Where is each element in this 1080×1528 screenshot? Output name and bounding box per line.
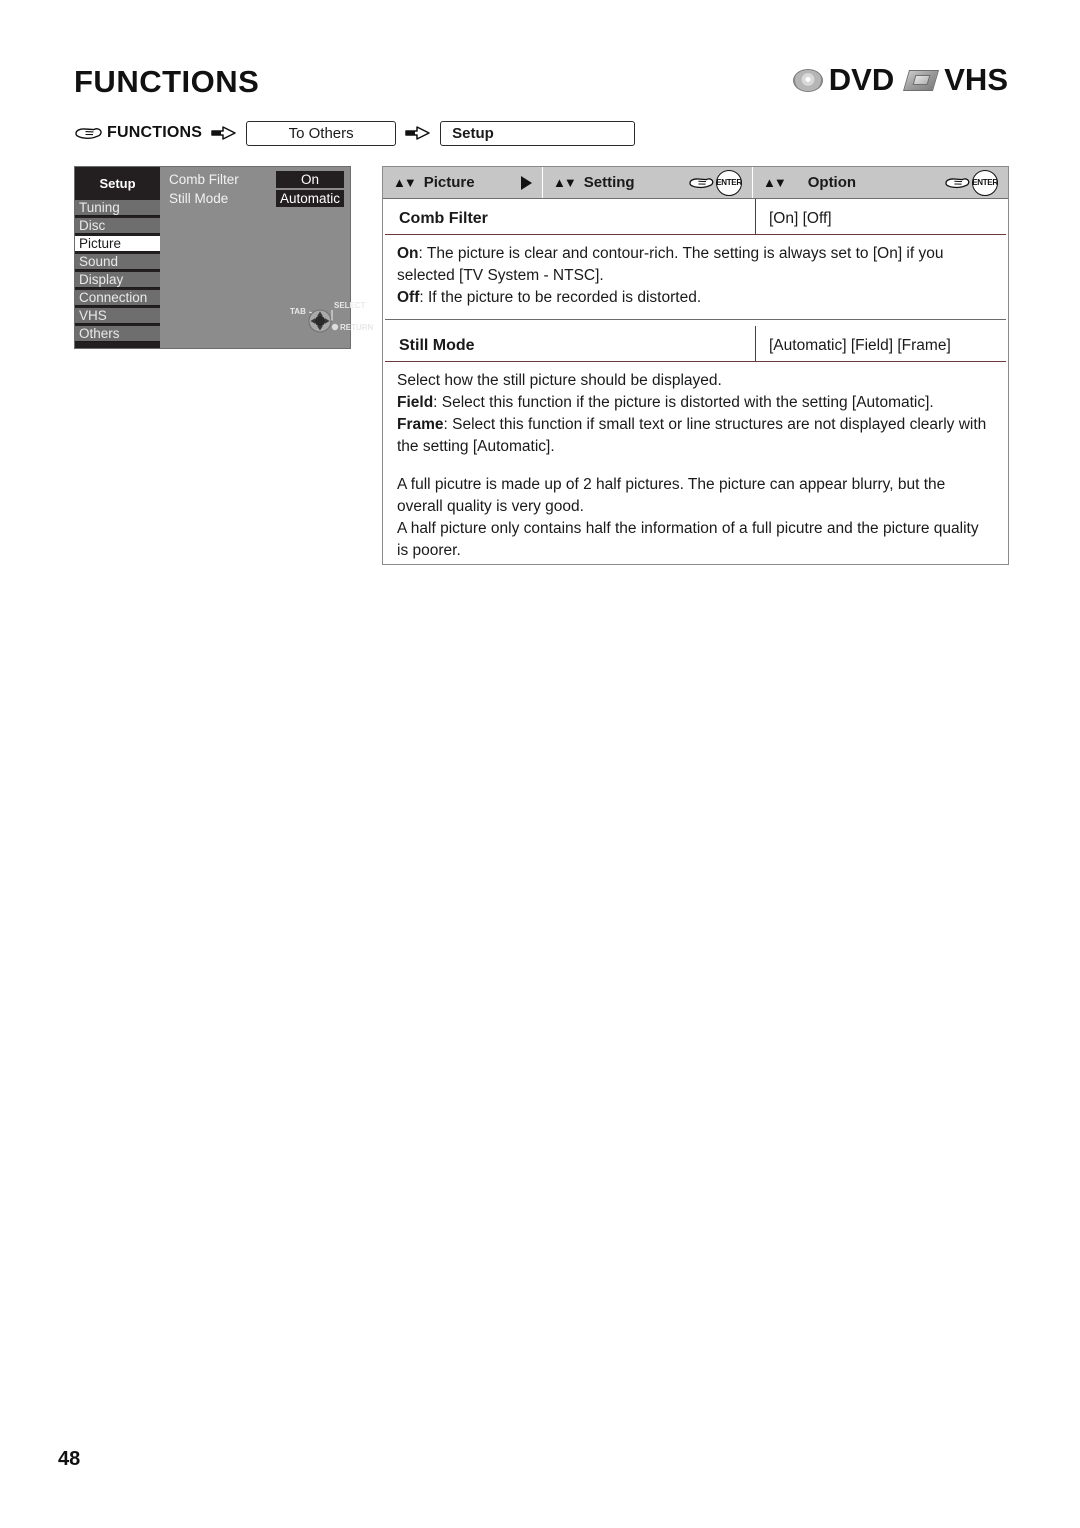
- media-badge-vhs-label: VHS: [944, 62, 1008, 97]
- paragraph: Off: If the picture to be recorded is di…: [397, 287, 994, 309]
- enter-button-icon-2[interactable]: ENTER: [972, 169, 998, 196]
- hand-enter-icon-2: ENTER: [944, 169, 998, 196]
- osd-menu-item-picture-label: Picture: [79, 235, 122, 251]
- osd-menu-item-tuning-label: Tuning: [79, 199, 120, 215]
- entry-description-still-mode: Select how the still picture should be d…: [383, 362, 1008, 572]
- up-down-arrows-icon-1: ▲▼: [393, 175, 417, 190]
- header-col-option-label: Option: [807, 174, 857, 191]
- block-arrow-right-icon-2: [405, 125, 431, 141]
- breadcrumb-step-to-others[interactable]: To Others: [246, 120, 397, 146]
- paragraph: Frame: Select this function if small tex…: [397, 414, 994, 458]
- osd-setting-row-still-mode-value: Automatic: [276, 190, 344, 207]
- header-col-setting[interactable]: ▲▼ Setting ENTER: [543, 167, 753, 198]
- svg-text:RETURN: RETURN: [340, 323, 374, 332]
- detail-panel-header: ▲▼ Picture ▲▼ Setting ENTER ▲▼ Option EN…: [383, 167, 1008, 199]
- paragraph-text: : Select this function if the picture is…: [433, 394, 934, 411]
- paragraph-lead: On: [397, 245, 419, 262]
- osd-menu-item-vhs[interactable]: VHS: [75, 308, 160, 324]
- entry-name-comb-filter: Comb Filter: [399, 210, 488, 227]
- osd-setting-row-comb-filter-name: Comb Filter: [166, 171, 276, 188]
- paragraph: Field: Select this function if the pictu…: [397, 392, 994, 414]
- osd-content-area: Comb Filter On Still Mode Automatic TAB …: [160, 167, 374, 348]
- svg-text:SELECT: SELECT: [334, 301, 366, 310]
- paragraph-lead: Frame: [397, 416, 444, 433]
- paragraph-text: A full picutre is made up of 2 half pict…: [397, 476, 946, 515]
- enter-button-icon-1[interactable]: ENTER: [716, 169, 742, 196]
- entry-name-still-mode: Still Mode: [399, 337, 475, 354]
- breadcrumb-root-label: FUNCTIONS: [107, 124, 203, 141]
- osd-setting-row-comb-filter[interactable]: Comb Filter On: [166, 171, 344, 188]
- paragraph-text: : Select this function if small text or …: [397, 416, 987, 455]
- osd-menu-item-others-label: Others: [79, 325, 120, 341]
- osd-menu-item-sound-label: Sound: [79, 253, 119, 269]
- paragraph: A half picture only contains half the in…: [397, 518, 994, 562]
- osd-setting-row-comb-filter-value: On: [276, 171, 344, 188]
- media-type-badges: DVD VHS: [792, 62, 1008, 98]
- osd-menu-item-connection[interactable]: Connection: [75, 290, 160, 306]
- osd-screen-mock: Setup Tuning Disc Picture Sound Display …: [74, 166, 374, 349]
- osd-menu-item-display[interactable]: Display: [75, 272, 160, 288]
- osd-menu-item-display-label: Display: [79, 271, 124, 287]
- entry-header-still-mode: Still Mode [Automatic] [Field] [Frame]: [385, 326, 1006, 362]
- osd-menu-item-picture[interactable]: Picture: [75, 236, 160, 252]
- osd-sidebar: Setup Tuning Disc Picture Sound Display …: [75, 167, 160, 348]
- media-badge-dvd: DVD: [792, 62, 895, 98]
- osd-menu-item-disc[interactable]: Disc: [75, 218, 160, 234]
- pointing-hand-icon: [74, 126, 102, 140]
- paragraph: Select how the still picture should be d…: [397, 370, 994, 392]
- osd-menu-item-connection-label: Connection: [79, 289, 148, 305]
- up-down-arrows-icon-3: ▲▼: [763, 175, 787, 190]
- osd-setting-row-still-mode[interactable]: Still Mode Automatic: [166, 190, 344, 207]
- breadcrumb-step-setup[interactable]: Setup: [440, 120, 636, 146]
- entry-values-comb-filter: [On] [Off]: [755, 199, 992, 234]
- osd-sidebar-title: Setup: [99, 176, 136, 191]
- paragraph: A full picutre is made up of 2 half pict…: [397, 474, 994, 518]
- entry-description-comb-filter: On: The picture is clear and contour-ric…: [383, 235, 1008, 319]
- osd-menu-item-vhs-label: VHS: [79, 307, 107, 323]
- osd-menu-list: Tuning Disc Picture Sound Display Connec…: [75, 200, 160, 342]
- media-badge-vhs: VHS: [901, 62, 1008, 98]
- right-triangle-icon: [521, 175, 532, 190]
- paragraph-lead: Off: [397, 289, 420, 306]
- paragraph-text: Select how the still picture should be d…: [397, 372, 722, 389]
- detail-panel-body: Comb Filter [On] [Off] On: The picture i…: [383, 199, 1008, 572]
- hand-enter-icon-1: ENTER: [688, 169, 742, 196]
- entry-header-comb-filter: Comb Filter [On] [Off]: [385, 199, 1006, 235]
- svg-text:TAB: TAB: [290, 307, 306, 316]
- paragraph: On: The picture is clear and contour-ric…: [397, 243, 994, 287]
- breadcrumb-step-to-others-label: To Others: [288, 124, 354, 142]
- osd-menu-item-others[interactable]: Others: [75, 326, 160, 342]
- paragraph-text: : If the picture to be recorded is disto…: [419, 289, 702, 306]
- page-number: 48: [58, 1448, 81, 1470]
- detail-panel: ▲▼ Picture ▲▼ Setting ENTER ▲▼ Option EN…: [382, 166, 1009, 565]
- osd-menu-item-sound[interactable]: Sound: [75, 254, 160, 270]
- header-col-picture[interactable]: ▲▼ Picture: [383, 167, 543, 198]
- header-col-option[interactable]: ▲▼ Option ENTER: [753, 167, 1008, 198]
- breadcrumb-step-setup-label: Setup: [452, 124, 494, 142]
- osd-menu-item-disc-label: Disc: [79, 217, 106, 233]
- osd-menu-item-tuning[interactable]: Tuning: [75, 200, 160, 216]
- paragraph-text: A half picture only contains half the in…: [397, 520, 979, 559]
- header-col-setting-label: Setting: [583, 174, 635, 191]
- header-col-picture-label: Picture: [423, 174, 475, 191]
- page-title: FUNCTIONS: [74, 64, 260, 99]
- paragraph-lead: Field: [397, 394, 434, 411]
- block-arrow-right-icon-1: [211, 125, 237, 141]
- up-down-arrows-icon-2: ▲▼: [553, 175, 577, 190]
- osd-setting-row-still-mode-name: Still Mode: [166, 190, 276, 207]
- dvd-disc-icon: [792, 68, 823, 92]
- entry-values-still-mode: [Automatic] [Field] [Frame]: [755, 326, 992, 361]
- entry-divider: [385, 319, 1006, 320]
- vhs-cassette-icon: [901, 67, 940, 93]
- breadcrumb: FUNCTIONS To Others Setup: [74, 120, 636, 146]
- paragraph-text: : The picture is clear and contour-rich.…: [397, 245, 944, 284]
- media-badge-dvd-label: DVD: [828, 62, 895, 97]
